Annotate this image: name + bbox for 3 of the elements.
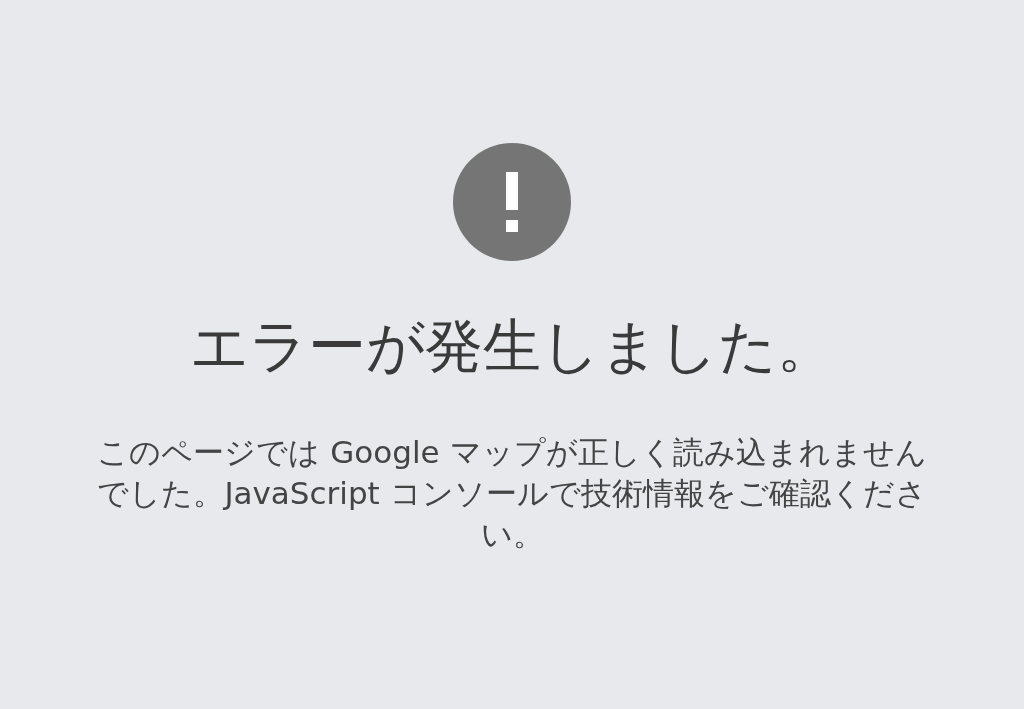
error-message: このページでは Google マップが正しく読み込まれませんでした。JavaScript コンソールで技術情報をご確認ください。 xyxy=(97,432,927,554)
error-title: エラーが発生しました。 xyxy=(189,312,835,382)
alert-icon xyxy=(452,142,572,262)
